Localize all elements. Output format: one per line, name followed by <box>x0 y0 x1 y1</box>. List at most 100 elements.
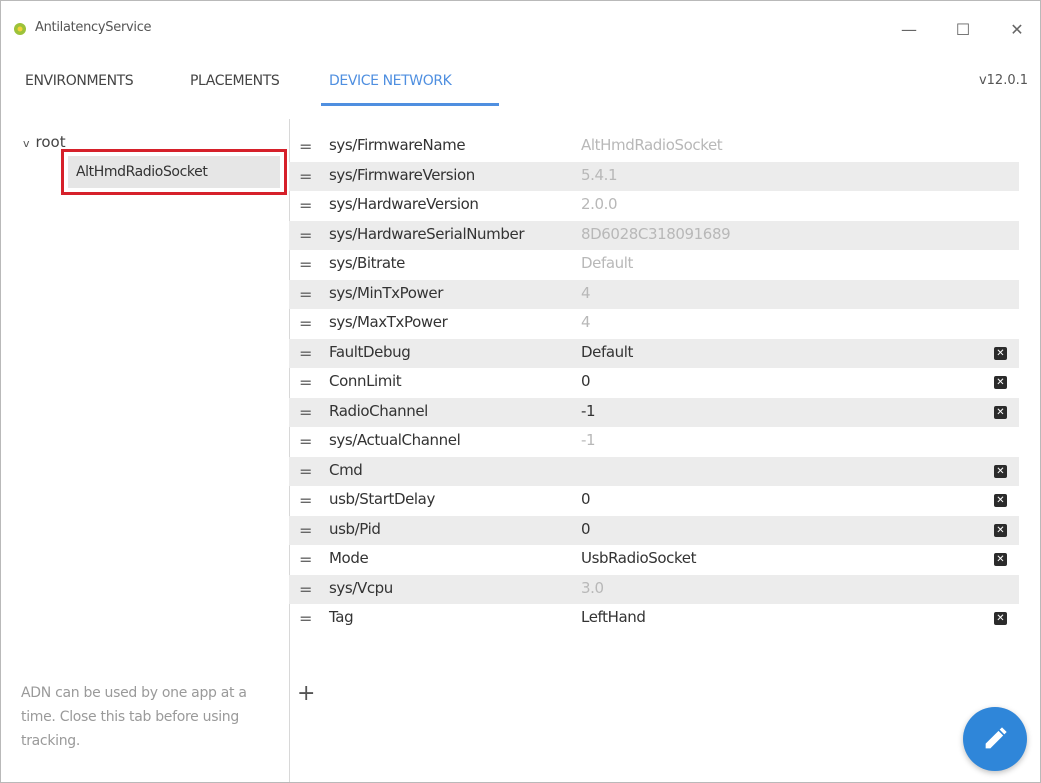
minimize-icon: — <box>901 19 917 39</box>
delete-property-icon[interactable]: ✕ <box>994 405 1007 419</box>
maximize-button[interactable]: ☐ <box>943 13 983 45</box>
drag-handle-icon[interactable]: = <box>299 285 319 305</box>
property-value[interactable]: 0 <box>581 490 591 508</box>
drag-handle-icon[interactable]: = <box>299 609 319 629</box>
active-tab-indicator <box>321 103 499 106</box>
property-value: 4 <box>581 313 591 331</box>
property-value: 4 <box>581 283 591 302</box>
property-value: Default <box>581 254 634 272</box>
property-row: = sys/FirmwareVersion 5.4.1 <box>289 161 1019 191</box>
property-key: sys/MaxTxPower <box>329 313 448 331</box>
property-row: = Mode UsbRadioSocket ✕ <box>289 545 1019 575</box>
drag-handle-icon[interactable]: = <box>299 462 319 482</box>
property-key: sys/MinTxPower <box>329 283 443 302</box>
property-value: 2.0.0 <box>581 195 618 213</box>
app-window: AntilatencyService — ☐ ✕ ENVIRONMENTS PL… <box>0 0 1041 783</box>
window-title: AntilatencyService <box>35 20 152 35</box>
antilatency-logo-icon <box>14 23 26 35</box>
drag-handle-icon[interactable]: = <box>299 403 319 423</box>
drag-handle-icon[interactable]: = <box>299 491 319 511</box>
delete-property-icon[interactable]: ✕ <box>994 612 1007 625</box>
property-row: = Cmd ✕ <box>289 456 1019 486</box>
property-key: sys/Bitrate <box>329 254 405 272</box>
minimize-button[interactable]: — <box>889 13 929 45</box>
property-row: = sys/Vcpu 3.0 <box>289 574 1019 604</box>
close-button[interactable]: ✕ <box>997 13 1037 45</box>
property-key: sys/HardwareVersion <box>329 195 479 213</box>
drag-handle-icon[interactable]: = <box>299 344 319 364</box>
drag-handle-icon[interactable]: = <box>299 550 319 570</box>
property-value: 3.0 <box>581 578 604 597</box>
property-row: = RadioChannel -1 ✕ <box>289 397 1019 427</box>
property-row: = sys/MaxTxPower 4 <box>289 309 1019 339</box>
property-row: = sys/FirmwareName AltHmdRadioSocket <box>289 132 1019 162</box>
drag-handle-icon[interactable]: = <box>299 226 319 246</box>
property-key: Cmd <box>329 460 363 479</box>
drag-handle-icon[interactable]: = <box>299 255 319 275</box>
property-row: = ConnLimit 0 ✕ <box>289 368 1019 398</box>
property-key: RadioChannel <box>329 401 428 420</box>
drag-handle-icon[interactable]: = <box>299 432 319 452</box>
drag-handle-icon[interactable]: = <box>299 196 319 216</box>
tree-node-althmdradiosocket[interactable]: AltHmdRadioSocket <box>68 156 280 188</box>
property-row: = sys/Bitrate Default <box>289 250 1019 280</box>
property-key: ConnLimit <box>329 372 402 390</box>
property-value: 5.4.1 <box>581 165 618 184</box>
tab-device-network[interactable]: DEVICE NETWORK <box>329 73 452 89</box>
property-value[interactable]: 0 <box>581 520 591 538</box>
tab-bar: ENVIRONMENTS PLACEMENTS DEVICE NETWORK v… <box>1 61 1040 106</box>
property-row: = sys/MinTxPower 4 <box>289 279 1019 309</box>
property-value: AltHmdRadioSocket <box>581 136 723 154</box>
chevron-down-icon[interactable]: v <box>23 137 30 150</box>
property-row: = sys/HardwareVersion 2.0.0 <box>289 191 1019 221</box>
property-key: FaultDebug <box>329 342 411 361</box>
drag-handle-icon[interactable]: = <box>299 137 319 157</box>
property-row: = Tag LeftHand ✕ <box>289 604 1019 634</box>
property-key: sys/Vcpu <box>329 578 393 597</box>
property-value: -1 <box>581 431 596 449</box>
property-key: sys/ActualChannel <box>329 431 461 449</box>
drag-handle-icon[interactable]: = <box>299 167 319 187</box>
property-value: 8D6028C318091689 <box>581 224 731 243</box>
drag-handle-icon[interactable]: = <box>299 373 319 393</box>
property-table: = sys/FirmwareName AltHmdRadioSocket = sys/F… <box>289 132 1019 634</box>
tab-placements[interactable]: PLACEMENTS <box>190 73 280 89</box>
adn-hint-text: ADN can be used by one app at a time. Cl… <box>21 685 247 749</box>
version-label: v12.0.1 <box>978 73 1028 88</box>
close-icon: ✕ <box>1010 19 1024 39</box>
property-key: usb/StartDelay <box>329 490 435 508</box>
device-tree-pane: v root AltHmdRadioSocket ADN can be used … <box>1 119 290 782</box>
property-value[interactable]: 0 <box>581 372 591 390</box>
drag-handle-icon[interactable]: = <box>299 314 319 334</box>
property-key: usb/Pid <box>329 519 381 538</box>
property-row: = sys/HardwareSerialNumber 8D6028C31809168… <box>289 220 1019 250</box>
add-property-icon[interactable]: + <box>297 681 315 706</box>
property-value[interactable]: LeftHand <box>581 608 646 626</box>
property-value[interactable]: -1 <box>581 402 596 420</box>
property-row: = usb/Pid 0 ✕ <box>289 515 1019 545</box>
edit-button[interactable] <box>963 707 1027 771</box>
property-key: sys/FirmwareName <box>329 136 466 154</box>
delete-property-icon[interactable]: ✕ <box>994 464 1007 478</box>
property-row: = sys/ActualChannel -1 <box>289 427 1019 457</box>
tab-environments[interactable]: ENVIRONMENTS <box>25 73 134 89</box>
property-key: sys/FirmwareVersion <box>329 165 475 184</box>
delete-property-icon[interactable]: ✕ <box>994 553 1007 566</box>
property-key: Tag <box>329 608 354 626</box>
delete-property-icon[interactable]: ✕ <box>994 376 1007 389</box>
delete-property-icon[interactable]: ✕ <box>994 523 1007 537</box>
delete-property-icon[interactable]: ✕ <box>994 494 1007 507</box>
drag-handle-icon[interactable]: = <box>299 521 319 541</box>
property-value[interactable]: Default <box>581 343 633 361</box>
selected-node-highlight: AltHmdRadioSocket <box>61 149 287 195</box>
property-value[interactable]: UsbRadioSocket <box>581 549 696 567</box>
drag-handle-icon[interactable]: = <box>299 580 319 600</box>
property-row: = usb/StartDelay 0 ✕ <box>289 486 1019 516</box>
title-bar: AntilatencyService — ☐ ✕ <box>1 1 1040 57</box>
tree-root-node[interactable]: v root <box>23 133 66 151</box>
delete-property-icon[interactable]: ✕ <box>994 346 1007 360</box>
pencil-icon <box>985 727 1007 749</box>
property-key: Mode <box>329 549 369 567</box>
property-row: = FaultDebug Default ✕ <box>289 338 1019 368</box>
maximize-icon: ☐ <box>955 19 971 39</box>
